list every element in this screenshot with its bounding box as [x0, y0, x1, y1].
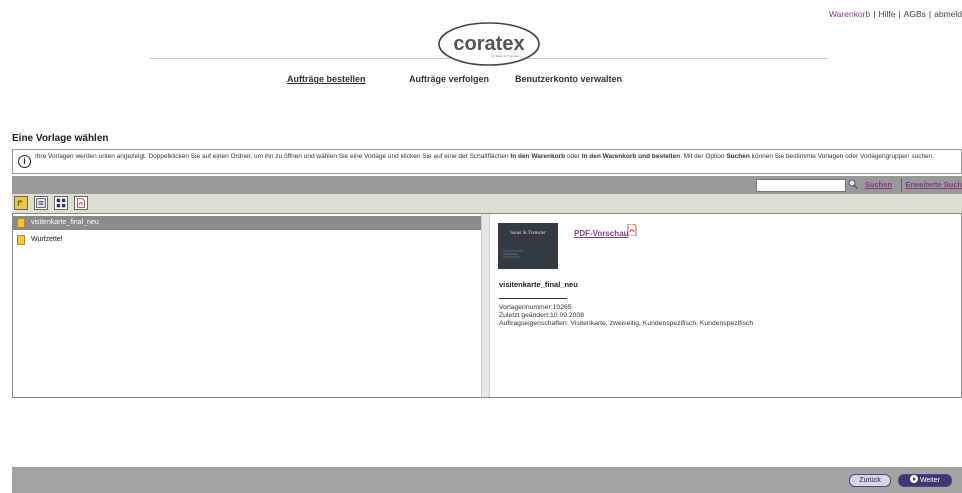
list-item[interactable]: Wurfzettel	[13, 233, 481, 247]
top-links: Warenkorb | Hilfe | AGBs | abmeld	[829, 9, 962, 19]
logo-tagline: by Sauer & Tremsler	[491, 54, 518, 58]
view-toolbar	[12, 194, 962, 213]
template-number: Vorlagennummer:10265	[499, 304, 572, 311]
info-icon: i	[18, 155, 31, 168]
separator: |	[873, 9, 876, 19]
nav-track[interactable]: Aufträge verfolgen	[409, 74, 489, 84]
template-list: visitenkarte_final_neu Wurfzettel	[13, 214, 481, 397]
pane-splitter[interactable]	[481, 214, 490, 397]
terms-link[interactable]: AGBs	[904, 9, 926, 19]
pdf-icon[interactable]	[74, 196, 88, 210]
template-preview-image[interactable]: Sauer & Tremsler	[498, 223, 558, 269]
search-button[interactable]: Suchen	[865, 180, 892, 189]
template-modified: Zuletzt geändert:10.09.2008	[499, 312, 585, 319]
help-link[interactable]: Hilfe	[878, 9, 895, 19]
page-title: Eine Vorlage wählen	[12, 133, 109, 144]
pdf-icon[interactable]	[627, 224, 637, 236]
preview-text: Sauer & Tremsler	[510, 231, 546, 236]
folder-up-icon[interactable]	[14, 196, 28, 210]
list-item-label: visitenkarte_final_neu	[31, 219, 99, 226]
cart-link[interactable]: Warenkorb	[829, 9, 870, 19]
footer-bar: Zurück Weiter	[12, 467, 962, 493]
next-label: Weiter	[919, 477, 941, 484]
toolbar-separator	[901, 178, 902, 192]
advanced-search-link[interactable]: Erweiterte Such	[905, 180, 962, 189]
coratex-logo: coratex by Sauer & Tremsler	[438, 22, 540, 66]
detail-divider	[499, 298, 567, 299]
file-icon	[17, 218, 25, 228]
play-icon	[909, 475, 918, 483]
list-item-label: Wurfzettel	[31, 236, 63, 243]
nav-account[interactable]: Benutzerkonto verwalten	[515, 74, 622, 84]
next-button[interactable]: Weiter	[898, 474, 952, 487]
template-properties: Auftragseigenschaften: Visitenkarte, zwe…	[499, 320, 754, 327]
logo-text: coratex	[453, 33, 524, 55]
info-box: i Ihre Vorlagen werden unten angezeigt. …	[12, 149, 962, 174]
list-view-icon[interactable]	[34, 196, 48, 210]
separator: |	[898, 9, 901, 19]
info-text: Ihre Vorlagen werden unten angezeigt. Do…	[35, 153, 935, 160]
template-browser: visitenkarte_final_neu Wurfzettel Sauer …	[12, 213, 962, 398]
logout-link[interactable]: abmeld	[934, 9, 962, 19]
back-button[interactable]: Zurück	[849, 474, 891, 487]
pdf-preview-link[interactable]: PDF-Vorschau	[574, 229, 629, 238]
search-input[interactable]	[756, 179, 846, 192]
file-icon	[17, 235, 25, 245]
separator: |	[928, 9, 932, 19]
grid-view-icon[interactable]	[54, 196, 68, 210]
template-name: visitenkarte_final_neu	[499, 280, 578, 289]
search-toolbar: Suchen Erweiterte Such	[12, 176, 962, 194]
list-item[interactable]: visitenkarte_final_neu	[13, 216, 481, 230]
nav-order[interactable]: Aufträge bestellen	[287, 74, 366, 84]
back-label: Zurück	[859, 477, 881, 484]
search-icon[interactable]	[848, 179, 858, 189]
